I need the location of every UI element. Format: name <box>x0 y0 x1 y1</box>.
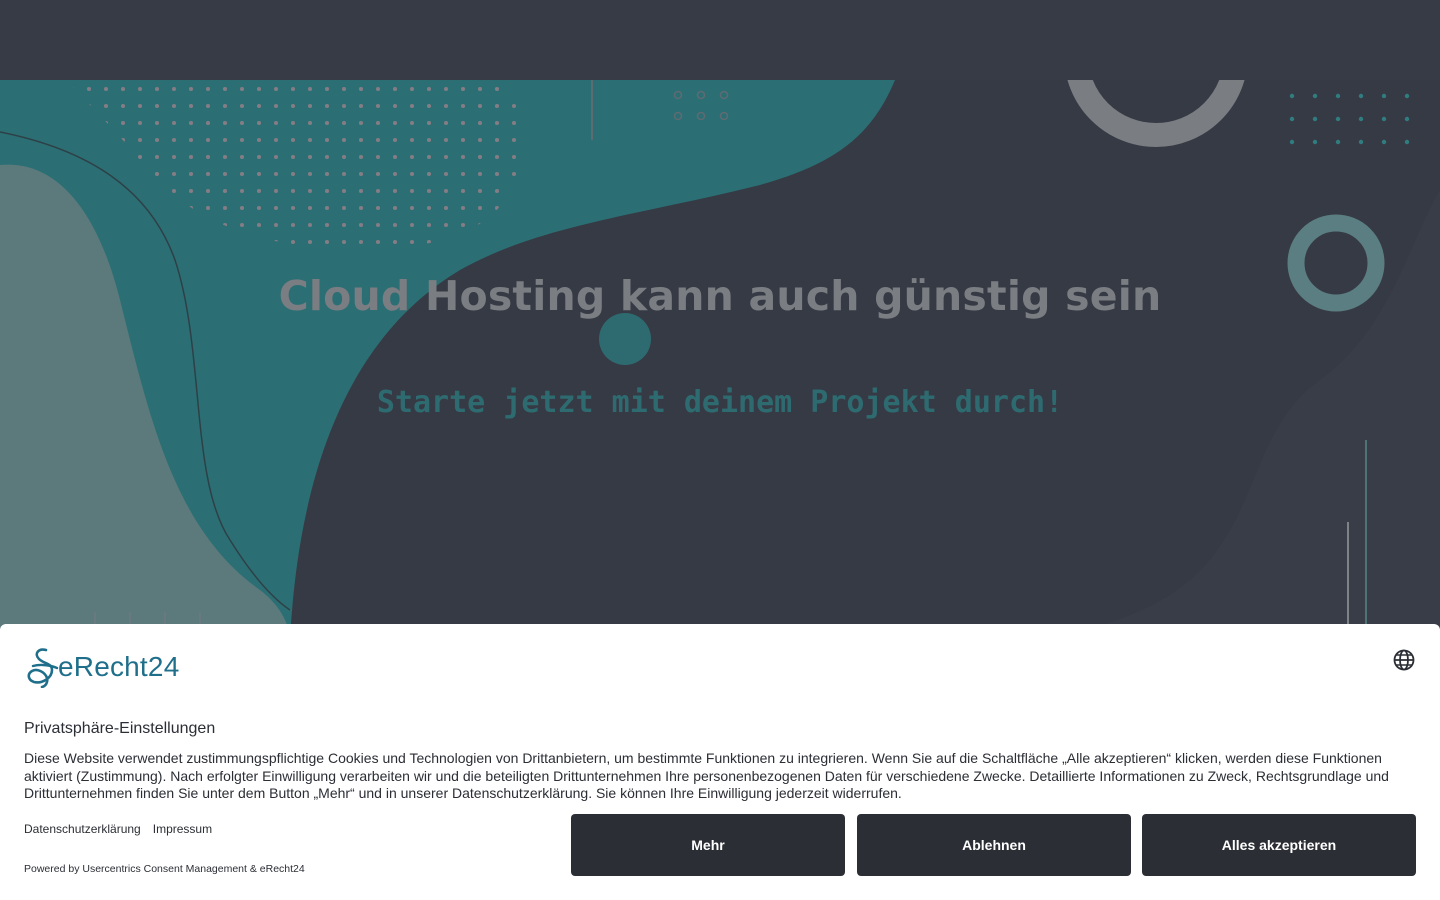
accept-all-button[interactable]: Alles akzeptieren <box>1142 814 1416 876</box>
deny-button[interactable]: Ablehnen <box>857 814 1131 876</box>
consent-description: Diese Website verwendet zustimmungspflic… <box>24 750 1389 801</box>
logo-text: eRecht24 <box>58 651 180 682</box>
language-button[interactable] <box>1392 648 1416 672</box>
page: Cloud Hosting kann auch günstig sein Sta… <box>0 0 1440 900</box>
erecht24-logo: eRecht24 <box>24 646 179 688</box>
consent-links: Datenschutzerklärung Impressum <box>24 822 212 836</box>
more-button[interactable]: Mehr <box>571 814 845 876</box>
top-navigation-bar <box>0 0 1440 80</box>
powered-by-text: Powered by Usercentrics Consent Manageme… <box>24 863 305 875</box>
consent-title: Privatsphäre-Einstellungen <box>24 720 216 737</box>
erecht24-logo-icon <box>27 648 59 688</box>
imprint-link[interactable]: Impressum <box>153 822 212 836</box>
cookie-consent-banner: eRecht24 Privatsphäre-Einstellungen Dies… <box>0 624 1440 900</box>
hero-title: Cloud Hosting kann auch günstig sein <box>278 272 1162 320</box>
globe-icon <box>1393 649 1415 671</box>
hero-subtitle: Starte jetzt mit deinem Projekt durch! <box>376 385 1064 420</box>
privacy-policy-link[interactable]: Datenschutzerklärung <box>24 822 141 836</box>
